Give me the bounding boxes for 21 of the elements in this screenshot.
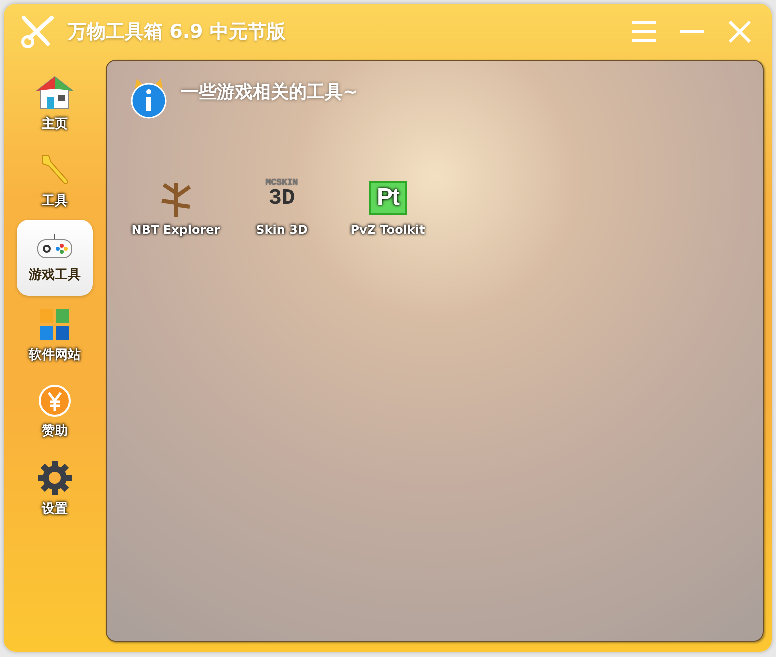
- panel-heading: 一些游戏相关的工具~: [181, 81, 358, 104]
- tool-launcher[interactable]: Pt PvZ Toolkit: [343, 179, 433, 237]
- menu-icon: [632, 21, 656, 43]
- scissors-wrench-icon: [20, 14, 56, 50]
- pt-logo: Pt: [369, 181, 407, 215]
- sidebar-item[interactable]: 赞助: [17, 374, 93, 450]
- tool-launcher[interactable]: NBT Explorer: [131, 179, 221, 237]
- sidebar-item[interactable]: 工具: [17, 143, 93, 219]
- info-icon: [131, 79, 167, 119]
- window-title: 万物工具箱 6.9 中元节版: [68, 20, 287, 45]
- skin-logo: MCSKIN 3D: [264, 179, 300, 213]
- sidebar-item[interactable]: 设置: [17, 451, 93, 527]
- sidebar-item[interactable]: 软件网站: [17, 297, 93, 373]
- close-icon: [729, 21, 751, 43]
- minimize-icon: [680, 30, 704, 34]
- sidebar-item[interactable]: 主页: [17, 66, 93, 142]
- settings-icon: [37, 460, 73, 496]
- house-icon: [35, 75, 75, 111]
- yen-coin-icon: [38, 384, 72, 418]
- sidebar-item[interactable]: 游戏工具: [17, 220, 93, 296]
- tool-launcher[interactable]: MCSKIN 3D Skin 3D: [237, 179, 327, 237]
